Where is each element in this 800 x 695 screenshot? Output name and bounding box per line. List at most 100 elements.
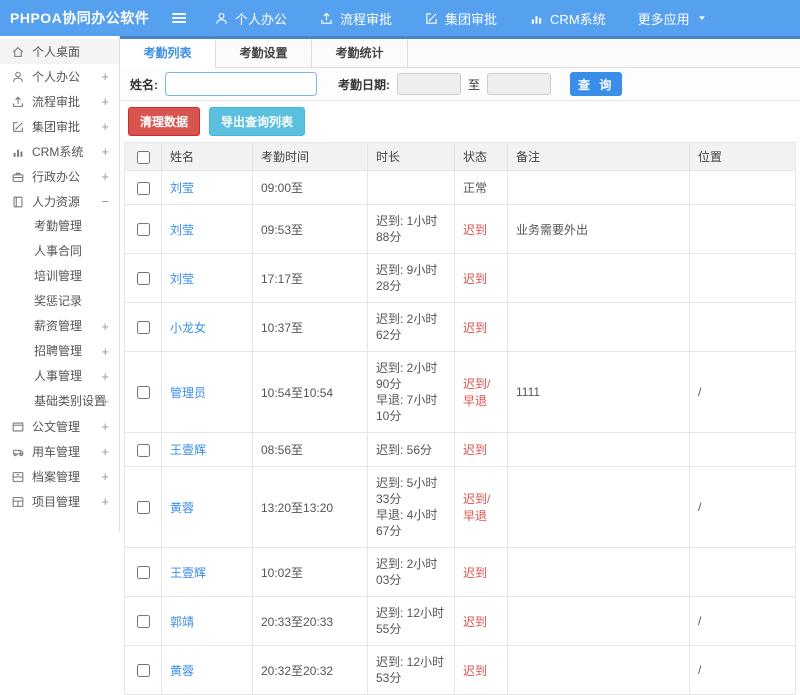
cell-duration: 迟到: 2小时90分 早退: 7小时10分: [367, 351, 455, 433]
status-badge: 迟到: [463, 222, 488, 237]
expand-toggle-icon[interactable]: +: [101, 364, 109, 389]
nav-item[interactable]: 更多应用: [638, 9, 708, 28]
col-attendance-time: 考勤时间: [252, 142, 368, 171]
name-label: 姓名:: [130, 77, 158, 92]
sidebar-subitem-label: 培训管理: [34, 269, 83, 283]
cell-duration: 迟到: 5小时33分 早退: 4小时67分: [367, 466, 455, 548]
row-checkbox-cell: [124, 432, 162, 467]
sidebar-item[interactable]: 用车管理 +: [0, 439, 119, 464]
top-header: PHPOA协同办公软件 个人办公 流程审批 集团审批 CRM系统 更多应用: [0, 0, 800, 36]
table-row: 郭靖 20:33至20:33 迟到: 12小时55分 迟到 /: [124, 596, 796, 646]
sidebar-item-label: 流程审批: [32, 95, 81, 109]
date-to-input[interactable]: [487, 73, 552, 95]
sidebar-item[interactable]: 公文管理 +: [0, 414, 119, 439]
expand-toggle-icon[interactable]: +: [101, 489, 109, 514]
cell-note: [507, 466, 690, 548]
cell-status: 迟到/早退: [454, 351, 508, 433]
row-checkbox[interactable]: [136, 566, 150, 580]
col-note: 备注: [507, 142, 690, 171]
nav-item[interactable]: CRM系统: [529, 9, 606, 28]
sidebar-item[interactable]: 行政办公 +: [0, 164, 119, 189]
cell-attendance-time: 20:32至20:32: [252, 645, 368, 695]
employee-name-link[interactable]: 王壹辉: [170, 443, 206, 457]
employee-name-link[interactable]: 刘莹: [170, 223, 194, 237]
row-checkbox[interactable]: [136, 443, 150, 457]
sidebar-item[interactable]: 项目管理 +: [0, 489, 119, 514]
search-button[interactable]: 查 询: [570, 72, 623, 96]
sidebar-item[interactable]: 流程审批 +: [0, 89, 119, 114]
sidebar-subitem[interactable]: 招聘管理 +: [0, 339, 119, 364]
nav-item[interactable]: 流程审批: [319, 9, 392, 28]
row-checkbox[interactable]: [136, 181, 150, 195]
sidebar-subitem[interactable]: 薪资管理 +: [0, 314, 119, 339]
sidebar-item[interactable]: 档案管理 +: [0, 464, 119, 489]
cell-location: [689, 170, 796, 205]
row-checkbox[interactable]: [136, 664, 150, 678]
sidebar-subitem[interactable]: 人事合同: [0, 239, 119, 264]
expand-toggle-icon[interactable]: +: [101, 139, 109, 164]
expand-toggle-icon[interactable]: +: [101, 64, 109, 89]
expand-toggle-icon[interactable]: +: [101, 389, 109, 414]
select-all-checkbox[interactable]: [136, 150, 150, 164]
sidebar-item[interactable]: 个人办公 +: [0, 64, 119, 89]
row-checkbox-cell: [124, 645, 162, 695]
employee-name-link[interactable]: 王壹辉: [170, 566, 206, 580]
sidebar-subitem[interactable]: 培训管理: [0, 264, 119, 289]
employee-name-link[interactable]: 管理员: [170, 386, 206, 400]
sidebar-item-label: CRM系统: [32, 145, 84, 159]
menu-toggle-icon[interactable]: [170, 9, 188, 27]
export-list-button[interactable]: 导出查询列表: [209, 107, 306, 136]
expand-toggle-icon[interactable]: +: [101, 439, 109, 464]
sidebar-subitem[interactable]: 基础类别设置 +: [0, 389, 119, 414]
cell-note: [507, 253, 690, 303]
tab-attendance-settings[interactable]: 考勤设置: [216, 39, 312, 67]
employee-name-link[interactable]: 黄蓉: [170, 664, 194, 678]
sidebar-subitem[interactable]: 奖惩记录: [0, 289, 119, 314]
row-checkbox[interactable]: [136, 321, 150, 335]
row-checkbox[interactable]: [136, 615, 150, 629]
name-input[interactable]: [165, 72, 317, 96]
row-checkbox[interactable]: [136, 223, 150, 237]
app-logo: PHPOA协同办公软件: [10, 10, 150, 26]
expand-toggle-icon[interactable]: +: [101, 339, 109, 364]
row-checkbox[interactable]: [136, 272, 150, 286]
attendance-date-label: 考勤日期:: [338, 77, 390, 92]
user-icon: [11, 70, 25, 84]
sidebar-item[interactable]: 集团审批 +: [0, 114, 119, 139]
sidebar-item[interactable]: CRM系统 +: [0, 139, 119, 164]
tab-attendance-list[interactable]: 考勤列表: [120, 39, 216, 68]
table-row: 刘莹 09:53至 迟到: 1小时88分 迟到 业务需要外出: [124, 204, 796, 254]
hr-icon: [11, 195, 25, 209]
expand-toggle-icon[interactable]: +: [101, 314, 109, 339]
expand-toggle-icon[interactable]: +: [101, 89, 109, 114]
sidebar-item-label: 集团审批: [32, 120, 81, 134]
attendance-table: 姓名 考勤时间 时长 状态 备注 位置 刘莹 09:00至 正常 刘莹 09:53至 迟到…: [124, 142, 796, 695]
employee-name-link[interactable]: 刘莹: [170, 181, 194, 195]
cell-duration: 迟到: 56分: [367, 432, 455, 467]
nav-item[interactable]: 个人办公: [214, 9, 287, 28]
tab-attendance-stats[interactable]: 考勤统计: [312, 39, 408, 67]
nav-item[interactable]: 集团审批: [424, 9, 497, 28]
sidebar-subitem[interactable]: 人事管理 +: [0, 364, 119, 389]
clean-data-button[interactable]: 清理数据: [128, 107, 201, 136]
date-from-input[interactable]: [397, 73, 461, 95]
expand-toggle-icon[interactable]: +: [101, 164, 109, 189]
employee-name-link[interactable]: 郭靖: [170, 615, 194, 629]
expand-toggle-icon[interactable]: +: [101, 114, 109, 139]
sidebar-item[interactable]: 人力资源 −: [0, 189, 119, 214]
cell-name: 刘莹: [161, 253, 253, 303]
sidebar-subitem[interactable]: 考勤管理: [0, 214, 119, 239]
employee-name-link[interactable]: 小龙女: [170, 321, 206, 335]
row-checkbox[interactable]: [136, 386, 150, 400]
sidebar-subitem-label: 人事合同: [34, 244, 83, 258]
employee-name-link[interactable]: 刘莹: [170, 272, 194, 286]
expand-toggle-icon[interactable]: +: [101, 464, 109, 489]
sidebar-item-label: 档案管理: [32, 470, 81, 484]
expand-toggle-icon[interactable]: +: [101, 414, 109, 439]
sidebar-item-label: 行政办公: [32, 170, 81, 184]
row-checkbox[interactable]: [136, 501, 150, 515]
expand-toggle-icon[interactable]: −: [101, 189, 109, 214]
sidebar-item[interactable]: 个人桌面: [0, 39, 119, 64]
cell-location: [689, 547, 796, 597]
employee-name-link[interactable]: 黄蓉: [170, 501, 194, 515]
